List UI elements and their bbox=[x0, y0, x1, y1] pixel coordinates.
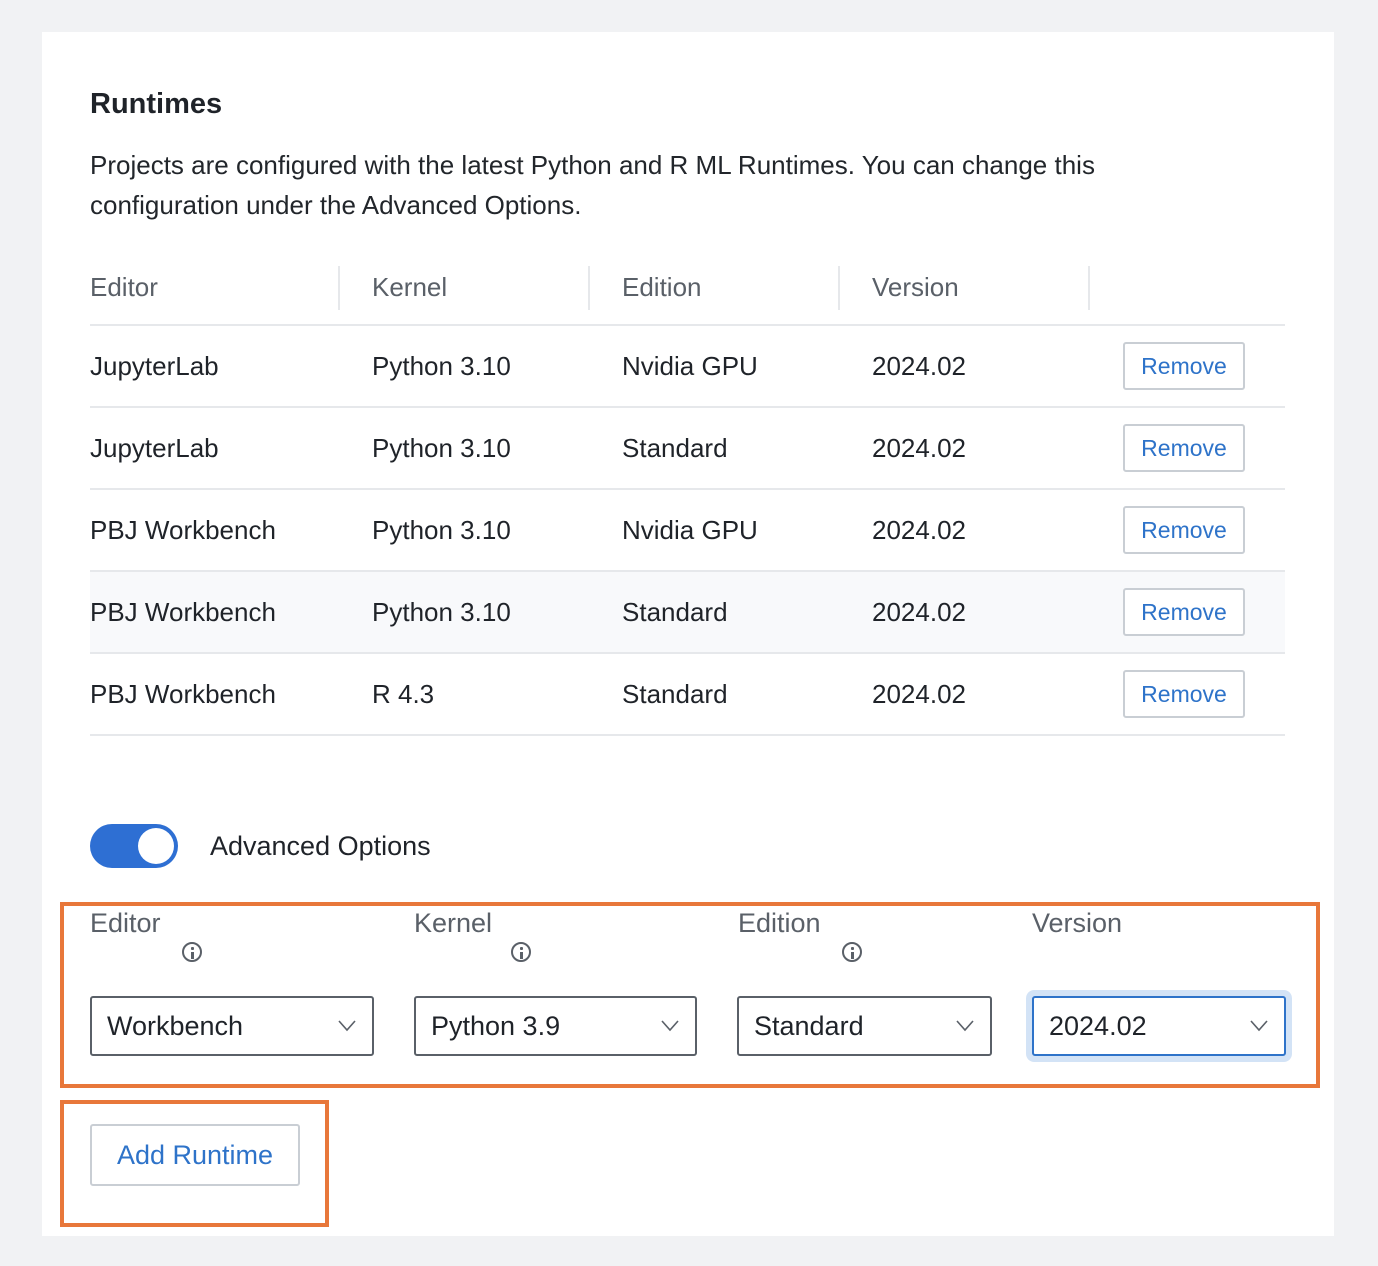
advanced-options-toggle[interactable] bbox=[90, 824, 178, 868]
column-header-editor: Editor bbox=[90, 272, 158, 302]
column-divider bbox=[838, 266, 840, 310]
cell-kernel: R 4.3 bbox=[372, 679, 435, 709]
cell-editor: JupyterLab bbox=[90, 351, 219, 381]
column-divider bbox=[1088, 266, 1090, 310]
cell-editor: PBJ Workbench bbox=[90, 515, 276, 545]
cell-version: 2024.02 bbox=[872, 515, 966, 545]
edition-select-value: Standard bbox=[754, 1011, 864, 1041]
edition-info-icon[interactable] bbox=[842, 942, 862, 962]
editor-select-value: Workbench bbox=[107, 1011, 244, 1041]
chevron-down-icon bbox=[956, 1020, 974, 1032]
cell-edition: Standard bbox=[622, 597, 728, 627]
kernel-field-label: Kernel bbox=[414, 908, 493, 938]
cell-edition: Standard bbox=[622, 433, 728, 463]
kernel-info-icon[interactable] bbox=[511, 942, 531, 962]
cell-version: 2024.02 bbox=[872, 597, 966, 627]
column-header-kernel: Kernel bbox=[372, 272, 448, 302]
table-row: PBJ Workbench R 4.3 Standard 2024.02 Rem… bbox=[90, 654, 1285, 736]
advanced-options-label: Advanced Options bbox=[210, 831, 431, 861]
cell-edition: Nvidia GPU bbox=[622, 351, 758, 381]
cell-kernel: Python 3.10 bbox=[372, 433, 511, 463]
table-row: PBJ Workbench Python 3.10 Standard 2024.… bbox=[90, 572, 1285, 654]
column-divider bbox=[338, 266, 340, 310]
cell-version: 2024.02 bbox=[872, 351, 966, 381]
remove-button[interactable]: Remove bbox=[1123, 670, 1245, 718]
chevron-down-icon bbox=[338, 1020, 356, 1032]
cell-edition: Standard bbox=[622, 679, 728, 709]
form-highlight-frame bbox=[60, 902, 1320, 1088]
remove-button[interactable]: Remove bbox=[1123, 424, 1245, 472]
edition-select[interactable]: Standard bbox=[737, 996, 992, 1056]
column-divider bbox=[588, 266, 590, 310]
cell-editor: JupyterLab bbox=[90, 433, 219, 463]
add-runtime-button[interactable]: Add Runtime bbox=[90, 1124, 300, 1186]
editor-info-icon[interactable] bbox=[182, 942, 202, 962]
editor-select[interactable]: Workbench bbox=[90, 996, 374, 1056]
remove-button[interactable]: Remove bbox=[1123, 342, 1245, 390]
column-header-version: Version bbox=[872, 272, 959, 302]
column-header-edition: Edition bbox=[622, 272, 702, 302]
remove-button[interactable]: Remove bbox=[1123, 588, 1245, 636]
chevron-down-icon bbox=[1250, 1020, 1268, 1032]
chevron-down-icon bbox=[661, 1020, 679, 1032]
cell-version: 2024.02 bbox=[872, 679, 966, 709]
section-title: Runtimes bbox=[90, 88, 223, 120]
cell-edition: Nvidia GPU bbox=[622, 515, 758, 545]
editor-field-label: Editor bbox=[90, 908, 161, 938]
cell-version: 2024.02 bbox=[872, 433, 966, 463]
table-row: JupyterLab Python 3.10 Nvidia GPU 2024.0… bbox=[90, 326, 1285, 408]
table-header: Editor Kernel Edition Version bbox=[90, 264, 1285, 326]
version-select-value: 2024.02 bbox=[1049, 1011, 1147, 1041]
section-description: Projects are configured with the latest … bbox=[90, 150, 1095, 220]
version-select[interactable]: 2024.02 bbox=[1032, 996, 1286, 1056]
table-row: PBJ Workbench Python 3.10 Nvidia GPU 202… bbox=[90, 490, 1285, 572]
kernel-select[interactable]: Python 3.9 bbox=[414, 996, 697, 1056]
remove-button[interactable]: Remove bbox=[1123, 506, 1245, 554]
cell-kernel: Python 3.10 bbox=[372, 515, 511, 545]
cell-editor: PBJ Workbench bbox=[90, 597, 276, 627]
cell-kernel: Python 3.10 bbox=[372, 597, 511, 627]
cell-editor: PBJ Workbench bbox=[90, 679, 276, 709]
toggle-knob bbox=[138, 828, 174, 864]
runtimes-table: Editor Kernel Edition Version JupyterLab… bbox=[90, 264, 1285, 736]
edition-field-label: Edition bbox=[738, 908, 821, 938]
cell-kernel: Python 3.10 bbox=[372, 351, 511, 381]
version-field-label: Version bbox=[1032, 908, 1123, 938]
table-row: JupyterLab Python 3.10 Standard 2024.02 … bbox=[90, 408, 1285, 490]
kernel-select-value: Python 3.9 bbox=[431, 1011, 561, 1041]
